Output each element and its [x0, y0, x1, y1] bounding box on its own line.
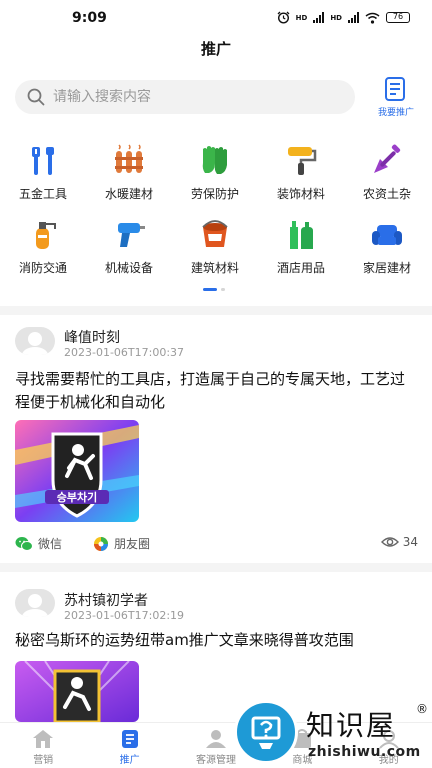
category-label: 装饰材料: [276, 187, 325, 201]
moments-icon: [94, 536, 108, 551]
search-input[interactable]: [53, 89, 323, 105]
sofa-icon: [372, 225, 402, 245]
category-label: 家居建材: [362, 261, 411, 275]
category-row: 消防交通 机械设备 建筑材料 酒店用品 家居建材: [0, 216, 432, 290]
post-image[interactable]: [15, 661, 139, 722]
bottles-icon: [290, 221, 313, 249]
category-hardware-tools[interactable]: 五金工具: [0, 142, 86, 216]
category-label: 机械设备: [104, 261, 153, 275]
post-text: 寻找需要帮忙的工具店，打造属于自己的专属天地，工艺过程便于机械化和自动化: [15, 370, 406, 411]
category-row: 五金工具 水暖建材 劳保防护 装饰材料 农资土杂: [0, 142, 432, 216]
category-plumbing-materials[interactable]: 水暖建材: [86, 142, 172, 216]
search-bar[interactable]: [15, 80, 355, 114]
category-label: 五金工具: [18, 187, 67, 201]
radiator-icon: [115, 144, 143, 173]
post-image[interactable]: 승부차기: [15, 420, 139, 522]
status-time: 9:09: [72, 10, 107, 26]
pager-dot-active: [203, 288, 217, 291]
shield-logo-image: 승부차기: [15, 420, 139, 522]
watermark-reg: ®: [416, 702, 428, 716]
watermark-text: 知识屋: [306, 709, 397, 742]
post-time: 2023-01-06T17:00:37: [64, 346, 185, 359]
status-bar: 9:09 HD HD 76: [0, 0, 432, 38]
signal-2-icon: [348, 12, 359, 23]
my-promo-label: 我要推广: [377, 108, 414, 118]
category-agricultural-supplies[interactable]: 农资土杂: [344, 142, 430, 216]
tab-label: 推广: [119, 755, 140, 766]
category-label: 劳保防护: [190, 187, 239, 201]
share-wechat-button[interactable]: 微信: [15, 535, 62, 552]
pager-dot: [221, 288, 225, 291]
battery-icon: 76: [386, 12, 410, 23]
category-labor-protection[interactable]: 劳保防护: [172, 142, 258, 216]
share-moments-label: 朋友圈: [114, 537, 151, 551]
category-machinery[interactable]: 机械设备: [86, 216, 172, 290]
network-2-label: HD: [330, 13, 342, 22]
category-decoration-materials[interactable]: 装饰材料: [258, 142, 344, 216]
post-time: 2023-01-06T17:02:19: [64, 609, 185, 622]
fire-extinguisher-icon: [36, 222, 56, 249]
tab-promotion[interactable]: 推广: [86, 723, 172, 768]
home-icon: [33, 730, 54, 748]
share-moments-button[interactable]: 朋友圈: [93, 535, 150, 552]
avatar[interactable]: [15, 589, 55, 617]
alarm-icon: [277, 11, 290, 24]
document-icon: [121, 730, 138, 748]
category-building-materials[interactable]: 建筑材料: [172, 216, 258, 290]
user-icon: [205, 730, 226, 748]
category-label: 农资土杂: [362, 187, 411, 201]
category-home-materials[interactable]: 家居建材: [344, 216, 430, 290]
shield-logo-image: [15, 661, 139, 722]
my-promo-button[interactable]: 我要推广: [369, 76, 423, 118]
share-wechat-label: 微信: [38, 537, 63, 551]
tab-marketing[interactable]: 营销: [0, 723, 86, 768]
shovel-icon: [374, 144, 401, 173]
signal-1-icon: [313, 12, 325, 23]
category-hotel-supplies[interactable]: 酒店用品: [258, 216, 344, 290]
network-1-label: HD: [295, 13, 308, 22]
watermark-logo: 知识屋 ® zhishiwu.com: [234, 700, 430, 766]
tab-label: 营销: [33, 755, 54, 766]
section-divider: [0, 563, 432, 572]
tools-icon: [32, 147, 54, 175]
watermark-url: zhishiwu.com: [308, 744, 421, 760]
image-caption: 승부차기: [57, 490, 97, 504]
post-author[interactable]: 峰值时刻: [64, 327, 120, 347]
gloves-icon: [202, 146, 227, 174]
watermark-help-icon: [234, 700, 298, 764]
category-label: 水暖建材: [104, 187, 153, 201]
drill-icon: [118, 223, 145, 247]
promo-document-icon: [385, 77, 405, 101]
category-grid: 五金工具 水暖建材 劳保防护 装饰材料 农资土杂 消防交通 机械设备 建筑材料 …: [0, 142, 432, 290]
search-icon: [27, 88, 45, 106]
eye-icon: [380, 537, 399, 547]
category-fire-traffic[interactable]: 消防交通: [0, 216, 86, 290]
post-card[interactable]: 峰值时刻 2023-01-06T17:00:37 寻找需要帮忙的工具店，打造属于…: [0, 315, 432, 561]
category-label: 消防交通: [18, 261, 67, 275]
wechat-icon: [15, 536, 33, 551]
view-count-value: 34: [402, 535, 418, 549]
view-count: 34: [380, 535, 418, 549]
status-icons: HD HD 76: [277, 11, 410, 24]
category-label: 建筑材料: [190, 261, 239, 275]
wifi-icon: [365, 12, 380, 24]
category-pager: [203, 288, 225, 291]
post-author[interactable]: 苏村镇初学者: [64, 590, 148, 610]
section-divider: [0, 306, 432, 315]
post-text: 秘密乌斯环的运势纽带am推广文章来晓得普攻范围: [15, 631, 354, 649]
paint-roller-icon: [288, 147, 317, 175]
avatar[interactable]: [15, 327, 55, 355]
category-label: 酒店用品: [276, 261, 325, 275]
paint-bucket-icon: [202, 220, 228, 247]
tab-label: 客源管理: [195, 755, 236, 766]
page-title: 推广: [200, 40, 231, 58]
